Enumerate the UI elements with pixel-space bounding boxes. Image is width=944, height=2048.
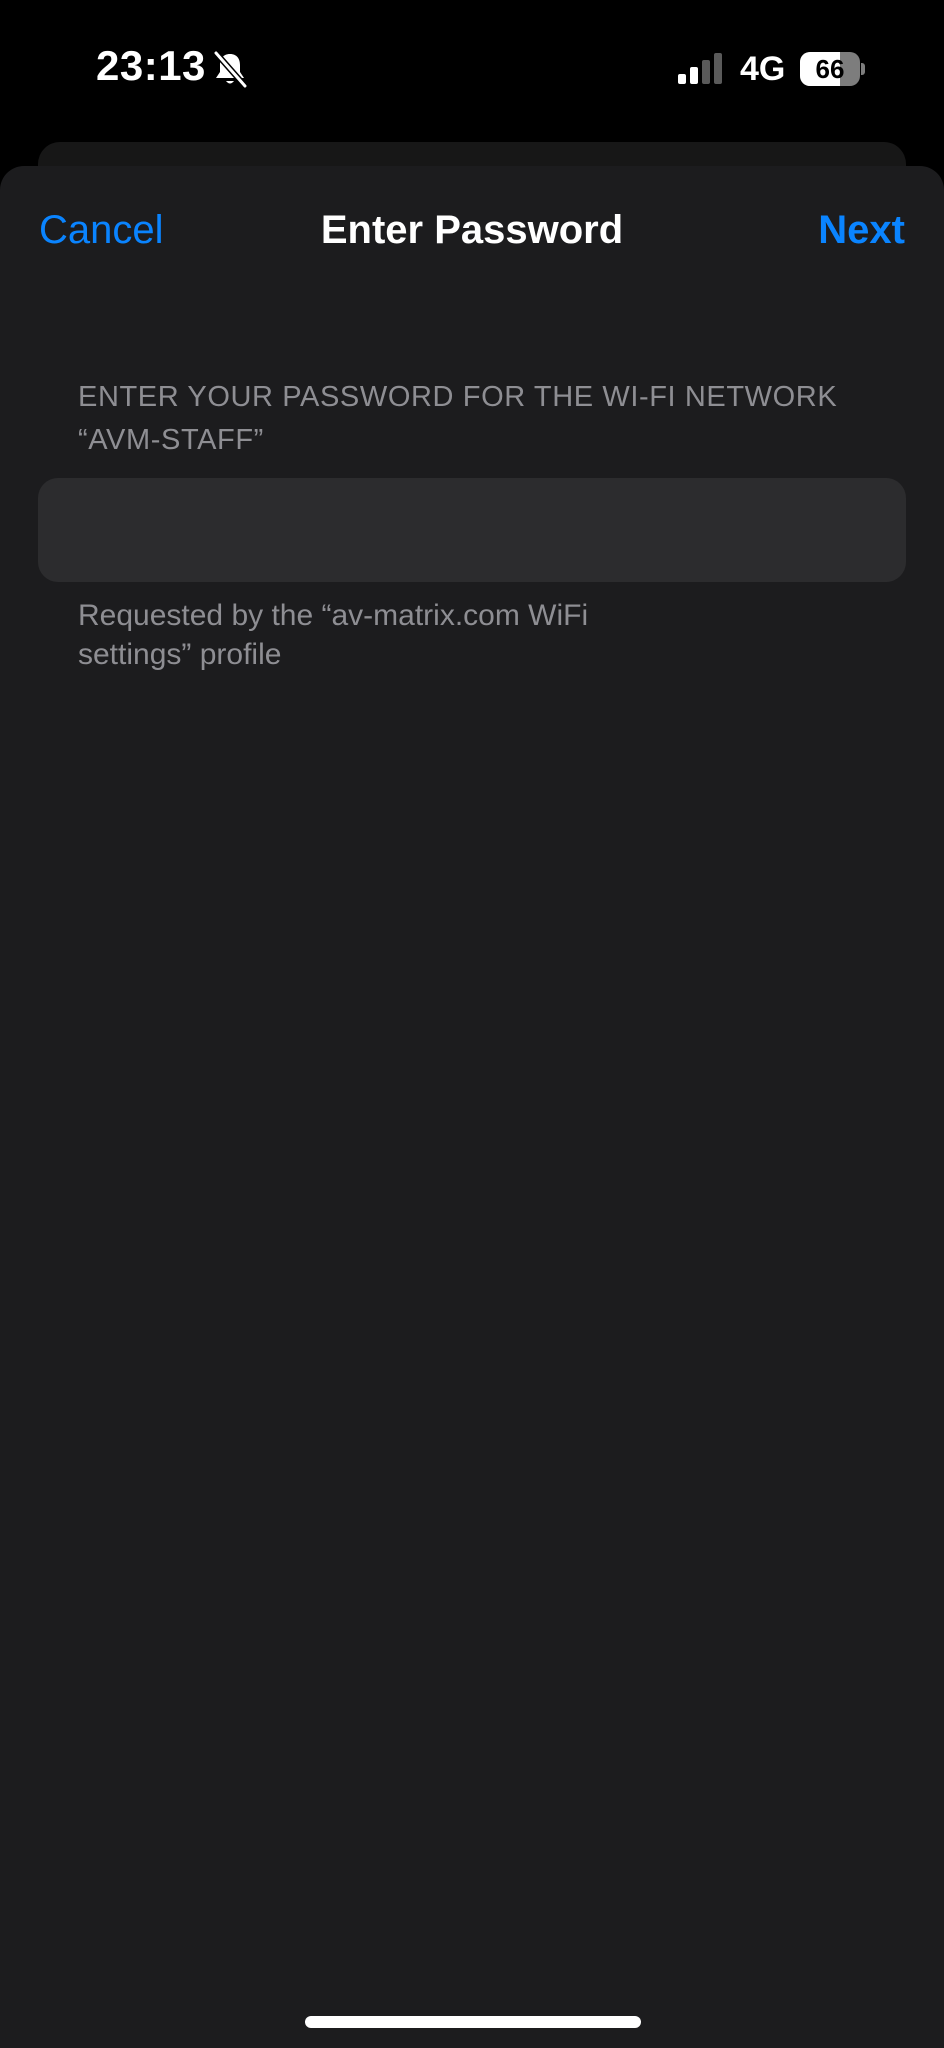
battery-body: 66 [800,52,860,86]
password-field[interactable] [38,478,906,582]
cancel-button[interactable]: Cancel [39,208,164,253]
battery-icon: 66 [800,52,866,86]
network-label: 4G [740,50,786,88]
battery-level: 66 [815,54,845,84]
status-time: 23:13 [96,42,206,89]
screen: 23:13 4G 66 Enter Password Cancel Next E… [0,0,944,2048]
signal-bar [714,53,722,84]
password-sheet: Enter Password Cancel Next ENTER YOUR PA… [0,166,944,2048]
signal-bar [690,67,698,84]
bell-slash-icon [213,50,248,88]
battery-cap [861,63,865,75]
signal-bar [702,60,710,84]
status-bar: 23:13 4G 66 [0,0,944,140]
section-footer: Requested by the “av-matrix.com WiFi set… [78,599,589,671]
next-button[interactable]: Next [818,208,905,253]
home-indicator[interactable] [305,2016,641,2028]
section-header: ENTER YOUR PASSWORD FOR THE WI-FI NETWOR… [78,381,838,456]
signal-icon [678,53,722,84]
signal-bar [678,74,686,84]
